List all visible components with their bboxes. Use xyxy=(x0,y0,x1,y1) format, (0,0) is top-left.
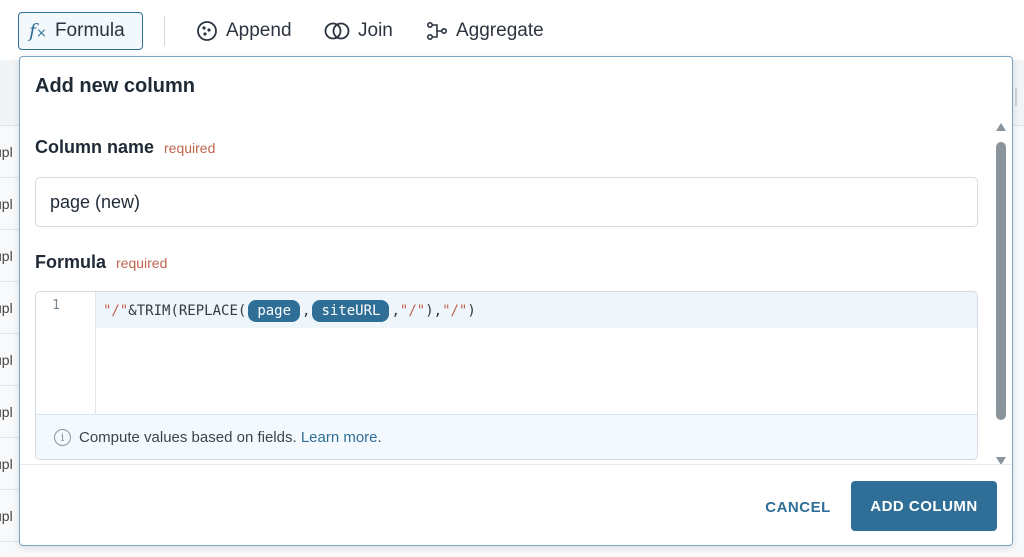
string-literal: "/" xyxy=(399,303,426,319)
dialog-scrollbar[interactable] xyxy=(994,120,1008,465)
add-column-dialog: Add new column Column name required Form… xyxy=(19,56,1013,546)
table-row: upl xyxy=(0,230,20,282)
required-badge: required xyxy=(164,140,216,156)
scroll-up-icon[interactable] xyxy=(996,123,1006,131)
code-text: ), xyxy=(425,303,443,319)
formula-editor[interactable]: 1 "/" &TRIM(REPLACE(page, siteURL, "/"), "/"… xyxy=(35,291,978,460)
add-column-button[interactable]: ADD COLUMN xyxy=(851,481,997,531)
code-text: ) xyxy=(467,303,476,319)
table-row: upl xyxy=(0,178,20,230)
line-gutter: 1 xyxy=(36,292,96,414)
table-row: upl xyxy=(0,386,20,438)
formula-button[interactable]: f× Formula xyxy=(18,12,143,50)
field-token-siteurl[interactable]: siteURL xyxy=(312,300,390,322)
formula-hint: i Compute values based on fields. Learn … xyxy=(36,414,977,459)
column-name-label-text: Column name xyxy=(35,137,155,157)
code-text: , xyxy=(391,303,400,319)
scroll-thumb[interactable] xyxy=(996,142,1006,420)
string-literal: "/" xyxy=(103,303,129,319)
formula-label: Formula required xyxy=(35,252,167,273)
join-button[interactable]: Join xyxy=(314,12,403,50)
column-name-input[interactable] xyxy=(35,177,978,227)
aggregate-label: Aggregate xyxy=(456,20,544,41)
learn-more-link[interactable]: Learn more xyxy=(301,429,378,446)
aggregate-button[interactable]: Aggregate xyxy=(416,12,554,50)
line-number: 1 xyxy=(52,298,60,313)
function-icon: f× xyxy=(29,20,47,42)
append-button[interactable]: Append xyxy=(186,12,302,50)
table-row: upl xyxy=(0,126,20,178)
formula-code[interactable]: "/" &TRIM(REPLACE(page, siteURL, "/"), "/") xyxy=(103,298,476,324)
footer-divider xyxy=(20,464,1012,465)
table-row: upl xyxy=(0,490,20,542)
code-text: &TRIM(REPLACE( xyxy=(128,303,247,319)
dialog-title: Add new column xyxy=(35,75,195,97)
toolbar-divider xyxy=(164,16,165,46)
join-icon xyxy=(324,22,350,40)
table-row: upl xyxy=(0,282,20,334)
aggregate-icon xyxy=(426,21,448,41)
formula-label-text: Formula xyxy=(35,252,107,272)
cancel-button[interactable]: CANCEL xyxy=(753,493,843,521)
append-icon xyxy=(197,21,217,41)
code-text: , xyxy=(302,303,311,319)
required-badge: required xyxy=(116,255,168,271)
hint-text: Compute values based on fields. Learn mo… xyxy=(79,429,382,446)
append-label: Append xyxy=(226,20,292,41)
header-divider xyxy=(1015,88,1017,106)
info-icon: i xyxy=(54,429,71,446)
field-token-page[interactable]: page xyxy=(248,300,301,322)
table-row: upl xyxy=(0,334,20,386)
join-label: Join xyxy=(358,20,393,41)
column-name-label: Column name required xyxy=(35,137,215,158)
string-literal: "/" xyxy=(442,303,468,319)
toolbar: f× Formula Append Join Aggregate xyxy=(0,0,1024,60)
table-row: upl xyxy=(0,438,20,490)
formula-label: Formula xyxy=(54,20,125,41)
